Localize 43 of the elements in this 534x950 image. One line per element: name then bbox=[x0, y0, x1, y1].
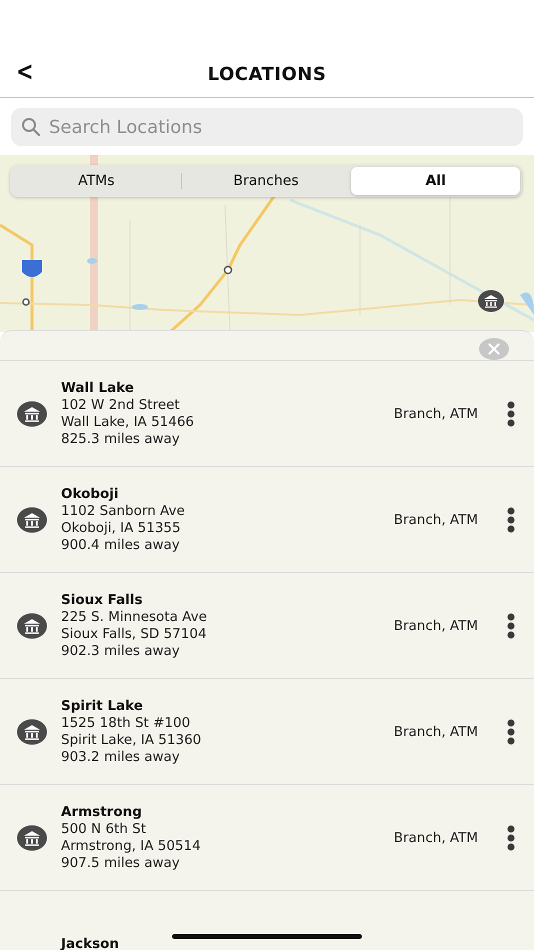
more-icon[interactable] bbox=[506, 718, 516, 744]
distance: 907.5 miles away bbox=[61, 855, 181, 872]
bank-icon[interactable] bbox=[478, 290, 504, 312]
filter-tab[interactable]: ATMs bbox=[12, 167, 181, 195]
bank-icon bbox=[17, 718, 47, 744]
location-name[interactable]: Okoboji bbox=[61, 485, 394, 503]
more-icon[interactable] bbox=[506, 506, 516, 532]
bank-icon bbox=[17, 612, 47, 638]
distance: 902.3 miles away bbox=[61, 643, 181, 660]
street-address: 102 W 2nd Street bbox=[61, 397, 181, 414]
bank-icon bbox=[17, 824, 47, 850]
location-type: Branch, ATM bbox=[394, 512, 478, 528]
city-address: Wall Lake, IA 51466 bbox=[61, 414, 196, 431]
more-icon[interactable] bbox=[506, 400, 516, 426]
city-address: Spirit Lake, IA 51360 bbox=[61, 732, 202, 749]
location-type: Branch, ATM bbox=[394, 618, 478, 634]
location-name[interactable]: Spirit Lake bbox=[61, 697, 394, 715]
street-address: 1525 18th St #100 bbox=[61, 715, 192, 732]
location-type: Branch, ATM bbox=[394, 830, 478, 846]
city-address: Armstrong, IA 50514 bbox=[61, 838, 202, 855]
location-name[interactable]: Sioux Falls bbox=[61, 591, 394, 609]
street-address: 500 N 6th St bbox=[61, 821, 148, 838]
filter-tab[interactable]: All bbox=[351, 167, 520, 195]
distance: 825.3 miles away bbox=[61, 431, 181, 448]
search-field[interactable]: Search Locations bbox=[11, 108, 523, 146]
bank-icon bbox=[17, 506, 47, 532]
distance: 903.2 miles away bbox=[61, 749, 181, 766]
filter-tab[interactable]: Branches bbox=[182, 167, 350, 195]
location-type: Branch, ATM bbox=[394, 406, 478, 422]
city-address: Sioux Falls, SD 57104 bbox=[61, 626, 208, 643]
location-type: Branch, ATM bbox=[394, 724, 478, 740]
location-name[interactable]: Jackson bbox=[61, 934, 516, 950]
bank-icon bbox=[17, 400, 47, 426]
more-icon[interactable] bbox=[506, 824, 516, 850]
location-name[interactable]: Armstrong bbox=[61, 803, 394, 821]
street-address: 1102 Sanborn Ave bbox=[61, 503, 186, 520]
more-icon[interactable] bbox=[506, 612, 516, 638]
street-address: 225 S. Minnesota Ave bbox=[61, 609, 208, 626]
back-button[interactable]: < bbox=[16, 57, 34, 87]
location-name[interactable]: Wall Lake bbox=[61, 379, 394, 397]
city-address: Okoboji, IA 51355 bbox=[61, 520, 182, 537]
distance: 900.4 miles away bbox=[61, 537, 181, 554]
page-title: LOCATIONS bbox=[208, 64, 326, 85]
